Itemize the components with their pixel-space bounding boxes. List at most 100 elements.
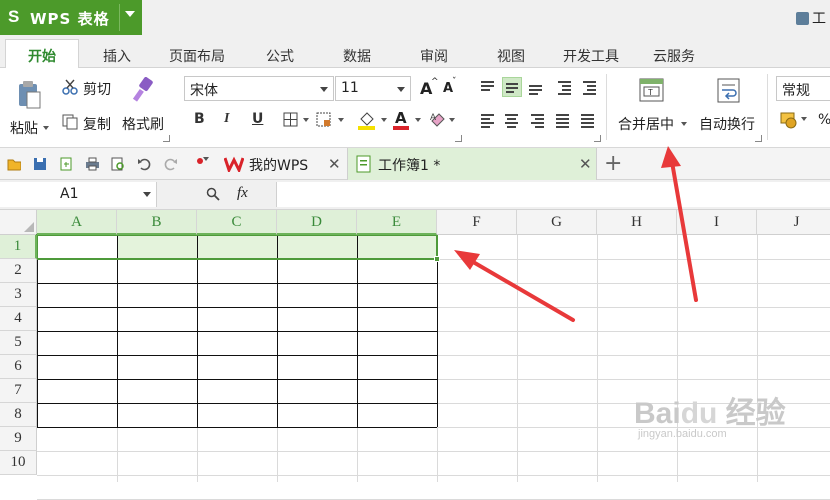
ribbon-divider [767,74,768,140]
new-tab-plus-icon[interactable]: + [604,151,622,176]
alignment-launcher-icon[interactable] [594,135,601,142]
row-header-9[interactable]: 9 [0,427,37,451]
font-launcher-icon[interactable] [455,135,462,142]
row-header-3[interactable]: 3 [0,283,37,307]
open-folder-icon[interactable] [7,157,21,171]
doc-tab-workbook1[interactable]: 工作簿1 * ✕ [347,148,597,180]
wrap-text-button[interactable]: 自动换行 [697,76,761,140]
fx-button[interactable]: fx [237,185,248,202]
export-pdf-icon[interactable] [59,157,73,171]
format-painter-button[interactable]: 格式刷 [120,77,170,139]
row-header-5[interactable]: 5 [0,331,37,355]
ribbon: 粘贴 剪切 复制 格式刷 宋体 11 A ^ A ˇ B I U A A T 合… [0,68,830,148]
redo-icon[interactable] [163,157,177,171]
bold-button[interactable]: B [194,111,205,127]
align-bottom-button[interactable] [526,77,546,97]
chevron-down-icon[interactable] [43,126,49,130]
font-name-select[interactable]: 宋体 [184,76,334,101]
number-format-select[interactable]: 常规 [776,76,830,101]
merge-center-button[interactable]: T 合并居中 [616,76,690,140]
grid-col-line [757,235,758,482]
tab-page-layout[interactable]: 页面布局 [169,46,225,66]
borders-icon [283,112,298,127]
increase-indent-button[interactable] [580,77,600,97]
currency-format-button[interactable] [780,111,808,131]
column-header-j[interactable]: J [757,210,830,235]
align-left-button[interactable] [478,111,498,131]
formula-input[interactable] [276,182,830,207]
tab-home[interactable]: 开始 [5,39,79,69]
align-center-button[interactable] [502,111,522,131]
row-header-8[interactable]: 8 [0,403,37,427]
tab-cloud[interactable]: 云服务 [653,46,695,66]
close-icon[interactable]: ✕ [328,155,341,173]
cell-border-line [37,331,437,332]
fill-handle[interactable] [434,256,440,262]
spreadsheet-grid[interactable]: A B C D E F G H I J 1 2 3 4 5 6 7 8 9 10 [0,210,830,500]
decrease-indent-button[interactable] [555,77,575,97]
column-header-c[interactable]: C [197,210,277,235]
font-color-button[interactable]: A [393,109,423,132]
distributed-align-button[interactable] [578,111,598,131]
select-all-corner[interactable] [0,210,37,235]
underline-button[interactable]: U [252,111,263,127]
align-right-button[interactable] [528,111,548,131]
column-header-a[interactable]: A [37,210,117,235]
undo-icon[interactable] [137,157,151,171]
cut-button[interactable]: 剪切 [62,77,118,99]
percent-button[interactable]: % [818,112,830,128]
column-header-e[interactable]: E [357,210,437,235]
row-header-10[interactable]: 10 [0,451,37,475]
chevron-down-icon[interactable] [125,11,135,17]
doc-tab-my-wps[interactable]: 我的WPS ✕ [220,148,346,180]
print-preview-icon[interactable] [111,157,125,171]
shrink-font-button[interactable]: A ˇ [443,77,461,99]
grid-col-line [597,235,598,482]
column-header-d[interactable]: D [277,210,357,235]
print-icon[interactable] [85,157,99,171]
save-icon[interactable] [33,157,47,171]
app-button-divider [119,4,120,31]
row-header-1[interactable]: 1 [0,235,37,259]
format-painter-label: 格式刷 [122,117,164,133]
clipboard-launcher-icon[interactable] [163,135,170,142]
row-header-2[interactable]: 2 [0,259,37,283]
tab-review[interactable]: 审阅 [420,46,448,66]
merge-launcher-icon[interactable] [755,135,762,142]
selection-box[interactable] [36,234,438,260]
column-header-g[interactable]: G [517,210,597,235]
paste-button[interactable]: 粘贴 [8,78,52,140]
app-menu-button[interactable]: S WPS 表格 [0,0,142,35]
row-header-6[interactable]: 6 [0,355,37,379]
column-header-h[interactable]: H [597,210,677,235]
column-header-f[interactable]: F [437,210,517,235]
column-header-i[interactable]: I [677,210,757,235]
name-box[interactable]: A1 [0,182,157,207]
name-box-value: A1 [60,186,79,202]
copy-button[interactable]: 复制 [62,112,118,134]
app-title: WPS 表格 [30,10,110,28]
font-size-select[interactable]: 11 [335,76,411,101]
right-toolbar-item[interactable]: 工 [796,8,826,28]
tab-formulas[interactable]: 公式 [266,46,294,66]
cell-fill-pattern-button[interactable] [316,112,346,130]
row-header-7[interactable]: 7 [0,379,37,403]
tab-view[interactable]: 视图 [497,46,525,66]
chevron-down-icon[interactable] [203,157,209,161]
chevron-down-icon[interactable] [143,192,151,197]
fill-color-button[interactable] [358,110,388,132]
column-header-b[interactable]: B [117,210,197,235]
tab-data[interactable]: 数据 [343,46,371,66]
italic-button[interactable]: I [224,111,229,127]
align-top-button[interactable] [478,77,498,97]
grow-font-button[interactable]: A ^ [420,77,439,99]
row-header-4[interactable]: 4 [0,307,37,331]
borders-button[interactable] [283,112,311,130]
clear-format-button[interactable]: A [430,110,456,132]
justify-button[interactable] [553,111,573,131]
tab-developer[interactable]: 开发工具 [563,46,619,66]
tab-insert[interactable]: 插入 [103,46,131,66]
align-middle-button[interactable] [502,77,522,97]
zoom-icon[interactable] [206,187,220,201]
close-icon[interactable]: ✕ [579,155,592,173]
